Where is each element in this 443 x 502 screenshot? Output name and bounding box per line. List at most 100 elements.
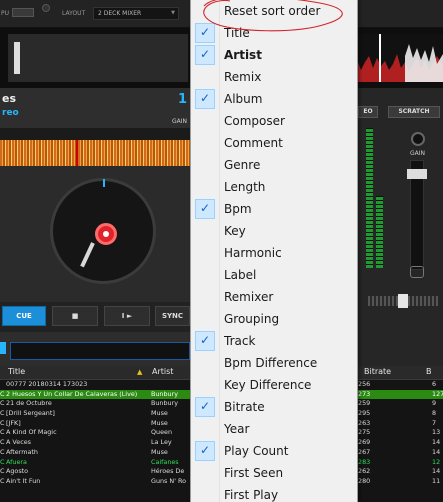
menu-item-length[interactable]: Length <box>191 177 357 199</box>
deck-info: es reo 1 GAIN <box>0 88 190 128</box>
fx-button[interactable]: EO <box>358 106 378 118</box>
menu-item-play-count[interactable]: ✓ Play Count <box>191 441 357 463</box>
checkbox-icon <box>195 375 215 395</box>
menu-item-grouping[interactable]: Grouping <box>191 309 357 331</box>
deck-left-waveform[interactable] <box>8 34 188 82</box>
menu-item-reset-sort-order[interactable]: Reset sort order <box>191 1 357 23</box>
row-artist: La Ley <box>151 438 172 447</box>
menu-item-label: Play Count <box>224 444 289 458</box>
volume-fader[interactable] <box>407 160 427 270</box>
sync-button[interactable]: SYNC <box>155 306 190 326</box>
column-header-title[interactable]: Title <box>8 367 25 376</box>
row-bitrate: 262 <box>358 467 371 476</box>
row-title: A Kind Of Magic <box>6 428 57 437</box>
menu-item-artist[interactable]: ✓ Artist <box>191 45 357 67</box>
transport-controls: CUE ■ I ► SYNC <box>0 302 190 332</box>
row-bitrate: 283 <box>358 457 371 466</box>
row-artist: Muse <box>151 409 168 418</box>
menu-item-label: Artist <box>224 48 262 62</box>
row-title: 2 Huesos Y Un Collar De Calaveras (Live) <box>6 389 138 398</box>
menu-item-label[interactable]: Label <box>191 265 357 287</box>
jog-area <box>0 166 190 302</box>
row-title: 00777 20180314 173023 <box>6 380 88 388</box>
row-artist: Guns N' Ro <box>151 476 187 485</box>
mixer-panel: EO SCRATCH GAIN <box>358 88 443 366</box>
menu-item-bitrate[interactable]: ✓ Bitrate <box>191 397 357 419</box>
checkbox-icon: ✓ <box>195 45 215 65</box>
menu-item-comment[interactable]: Comment <box>191 133 357 155</box>
fader-cap[interactable] <box>407 169 427 179</box>
row-extra: 6 <box>432 380 437 388</box>
deck-number: 1 <box>178 92 188 107</box>
column-header-extra[interactable]: B <box>426 367 432 376</box>
checkbox-icon <box>195 111 215 131</box>
gain-knob[interactable] <box>411 132 425 146</box>
menu-item-remix[interactable]: Remix <box>191 67 357 89</box>
mixer-gain-label: GAIN <box>410 150 426 157</box>
jog-center-icon <box>95 223 117 245</box>
jog-wheel[interactable] <box>50 178 156 284</box>
layout-select[interactable]: 2 DECK MIXER <box>93 7 179 20</box>
menu-item-label: First Seen <box>224 466 284 480</box>
row-title: [Drill Sergeant] <box>6 409 55 418</box>
menu-item-label: Remixer <box>224 290 274 304</box>
menu-item-composer[interactable]: Composer <box>191 111 357 133</box>
row-title: Ain't It Fun <box>6 476 41 485</box>
menu-item-harmonic[interactable]: Harmonic <box>191 243 357 265</box>
row-artist: Queen <box>151 428 172 437</box>
layout-label: LAYOUT <box>62 10 86 17</box>
row-extra: 14 <box>432 467 441 476</box>
menu-item-label: First Play <box>224 488 279 502</box>
menu-item-key-difference[interactable]: Key Difference <box>191 375 357 397</box>
menu-item-bpm-difference[interactable]: Bpm Difference <box>191 353 357 375</box>
level-meter-right <box>376 196 383 268</box>
master-knob[interactable] <box>42 4 50 12</box>
row-bitrate: 267 <box>358 447 371 456</box>
menu-item-label: Key <box>224 224 246 238</box>
deck-scrolling-waveform[interactable] <box>0 140 190 166</box>
crossfader[interactable] <box>368 294 438 308</box>
menu-item-album[interactable]: ✓ Album <box>191 89 357 111</box>
row-bitrate: 259 <box>358 399 371 408</box>
row-extra: 7 <box>432 418 437 427</box>
scratch-button[interactable]: SCRATCH <box>388 106 440 118</box>
menu-item-label: Album <box>224 92 263 106</box>
play-button[interactable]: I ► <box>104 306 150 326</box>
menu-item-key[interactable]: Key <box>191 221 357 243</box>
menu-item-first-seen[interactable]: First Seen <box>191 463 357 485</box>
menu-item-first-play[interactable]: First Play <box>191 485 357 502</box>
menu-item-label: Bpm <box>224 202 252 216</box>
menu-item-label: Harmonic <box>224 246 282 260</box>
crossfader-cap[interactable] <box>398 294 408 308</box>
menu-item-label: Title <box>224 26 250 40</box>
menu-item-remixer[interactable]: Remixer <box>191 287 357 309</box>
cue-button[interactable]: CUE <box>2 306 46 326</box>
search-input[interactable] <box>10 342 190 360</box>
row-bitrate: 256 <box>358 380 371 388</box>
menu-item-title[interactable]: ✓ Title <box>191 23 357 45</box>
menu-item-label: Comment <box>224 136 283 150</box>
menu-item-label: Composer <box>224 114 285 128</box>
column-header-artist[interactable]: Artist <box>152 367 173 376</box>
checkbox-icon <box>195 287 215 307</box>
right-waveform-graphic <box>345 34 443 82</box>
checkbox-icon <box>195 419 215 439</box>
checkbox-icon <box>195 243 215 263</box>
menu-item-label: Length <box>224 180 266 194</box>
menu-item-bpm[interactable]: ✓ Bpm <box>191 199 357 221</box>
browser-toggle-icon[interactable] <box>0 342 6 354</box>
headphones-icon[interactable] <box>410 266 424 278</box>
column-header-bitrate[interactable]: Bitrate <box>364 367 391 376</box>
menu-item-year[interactable]: Year <box>191 419 357 441</box>
menu-item-genre[interactable]: Genre <box>191 155 357 177</box>
cpu-meter <box>12 8 34 17</box>
menu-item-label: Year <box>224 422 250 436</box>
checkbox-icon <box>195 463 215 483</box>
checkbox-icon: ✓ <box>195 441 215 461</box>
stop-button[interactable]: ■ <box>52 306 98 326</box>
checkbox-icon <box>195 353 215 373</box>
menu-item-track[interactable]: ✓ Track <box>191 331 357 353</box>
deck-right-waveform[interactable] <box>345 34 443 82</box>
deck-track-subtitle: reo <box>2 108 19 118</box>
row-extra: 11 <box>432 476 441 485</box>
